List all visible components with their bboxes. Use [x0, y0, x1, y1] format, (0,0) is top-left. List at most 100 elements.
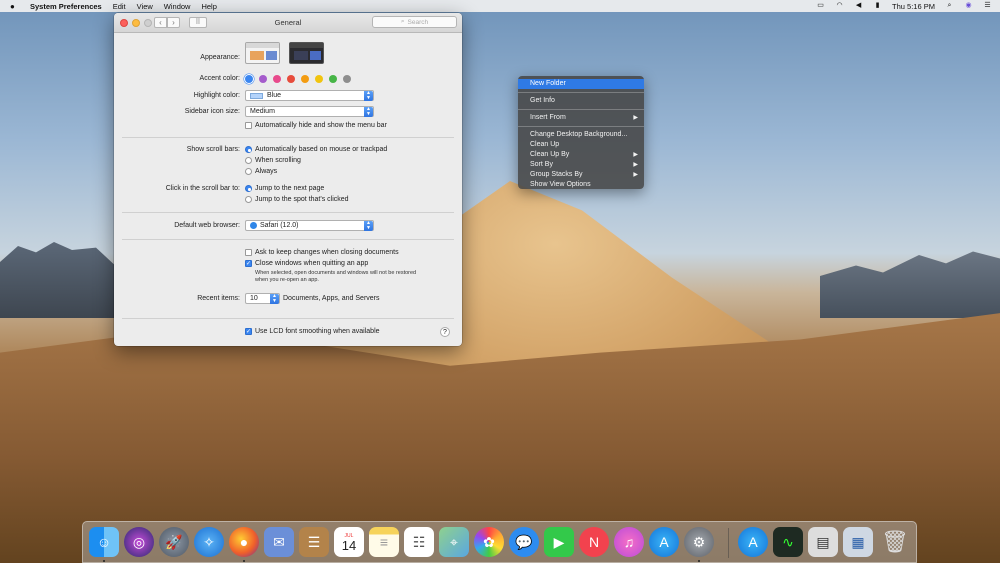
menu-clean-up-by[interactable]: Clean Up By ▶	[518, 150, 644, 160]
messages-icon[interactable]: 💬	[509, 527, 539, 557]
preferences-window: ‹ › ⠿ General ⌕ Search Appearance: Accen…	[114, 13, 462, 346]
menu-help[interactable]: Help	[201, 2, 216, 11]
recent-items-popup[interactable]: 10 ▲ ▼	[245, 293, 280, 304]
recent-items-label: Recent items:	[197, 295, 240, 302]
scroll-opt3-row: Always	[114, 166, 462, 177]
lcd-row: ✓ Use LCD font smoothing when available	[114, 326, 462, 337]
highlight-popup[interactable]: Blue ▲ ▼	[245, 90, 374, 101]
menu-view[interactable]: View	[137, 2, 153, 11]
news-icon[interactable]: N	[579, 527, 609, 557]
menu-group-stacks-by[interactable]: Group Stacks By ▶	[518, 170, 644, 180]
appearance-dark-option[interactable]	[289, 42, 324, 64]
autohide-checkbox[interactable]	[245, 122, 252, 129]
ask-keep-checkbox[interactable]	[245, 249, 252, 256]
maps-icon[interactable]: ⌖	[439, 527, 469, 557]
accent-green[interactable]	[329, 74, 337, 83]
finder-icon[interactable]: ☺	[89, 527, 119, 557]
app-store-download-icon[interactable]: A	[738, 527, 768, 557]
submenu-arrow-icon: ▶	[633, 115, 638, 121]
search-field[interactable]: ⌕ Search	[372, 16, 457, 28]
menu-get-info[interactable]: Get Info	[518, 96, 644, 106]
system-preferences-icon[interactable]: ⚙	[684, 527, 714, 557]
contacts-icon[interactable]: ☰	[299, 527, 329, 557]
desktop-context-menu: New Folder Get Info Insert From ▶ Change …	[518, 76, 644, 189]
jump-spot-radio[interactable]	[245, 196, 252, 203]
sidebar-size-row: Sidebar icon size: Medium ▲ ▼	[114, 106, 462, 117]
menu-bar: ● System Preferences Edit View Window He…	[0, 0, 1000, 12]
firefox-icon[interactable]: ●	[229, 527, 259, 557]
desktop-mountain-right	[820, 251, 1000, 318]
menu-group-stacks-label: Group Stacks By	[530, 171, 583, 178]
menu-window[interactable]: Window	[164, 2, 191, 11]
notification-center-icon[interactable]: ☰	[983, 2, 992, 10]
itunes-icon[interactable]: ♫	[614, 527, 644, 557]
menu-app-name[interactable]: System Preferences	[30, 2, 102, 11]
menu-clean-up-by-label: Clean Up By	[530, 151, 570, 158]
trash-icon[interactable]: 🗑	[880, 527, 910, 557]
lcd-checkbox[interactable]: ✓	[245, 328, 252, 335]
running-indicator	[103, 560, 105, 562]
window-titlebar[interactable]: ‹ › ⠿ General ⌕ Search	[114, 13, 462, 33]
menu-show-view-options[interactable]: Show View Options	[518, 180, 644, 190]
submenu-arrow-icon: ▶	[633, 152, 638, 158]
accent-pink[interactable]	[273, 74, 281, 83]
sidebar-size-popup[interactable]: Medium ▲ ▼	[245, 106, 374, 117]
scroll-when-scrolling-radio[interactable]	[245, 157, 252, 164]
scroll-auto-radio[interactable]	[245, 146, 252, 153]
siri-menu-icon[interactable]: ◉	[964, 2, 973, 10]
close-windows-checkbox[interactable]: ✓	[245, 260, 252, 267]
menu-change-background[interactable]: Change Desktop Background...	[518, 130, 644, 140]
accent-orange[interactable]	[301, 74, 309, 83]
scroll-always-label: Always	[255, 168, 278, 175]
notes-icon[interactable]: ≡	[369, 527, 399, 557]
photos-icon[interactable]: ✿	[474, 527, 504, 557]
menu-clock[interactable]: Thu 5:16 PM	[892, 2, 935, 11]
reminders-icon[interactable]: ☷	[404, 527, 434, 557]
launchpad-icon[interactable]: 🚀	[159, 527, 189, 557]
accent-red[interactable]	[287, 74, 295, 83]
highlight-label: Highlight color:	[193, 92, 240, 99]
recent-items-control: 10 ▲ ▼ Documents, Apps, and Servers	[245, 293, 380, 304]
menu-clean-up[interactable]: Clean Up	[518, 140, 644, 150]
browser-row: Default web browser: Safari (12.0) ▲ ▼	[114, 220, 462, 231]
spotlight-icon[interactable]: ⌕	[945, 2, 954, 10]
apple-menu-icon[interactable]: ●	[10, 2, 20, 11]
menu-insert-from[interactable]: Insert From ▶	[518, 113, 644, 123]
running-indicator	[243, 560, 245, 562]
activity-monitor-icon[interactable]: ∿	[773, 527, 803, 557]
autohide-row: Automatically hide and show the menu bar	[114, 120, 462, 131]
mail-icon[interactable]: ✉	[264, 527, 294, 557]
network-icon[interactable]: ▦	[843, 527, 873, 557]
safari-icon[interactable]: ✧	[194, 527, 224, 557]
scroll-opt1-control: Automatically based on mouse or trackpad	[245, 146, 387, 153]
sidebar-size-label: Sidebar icon size:	[184, 108, 240, 115]
volume-icon[interactable]: ◀	[854, 2, 863, 10]
close-note-line1: When selected, open documents and window…	[255, 270, 417, 276]
calendar-icon[interactable]: JUL 14	[334, 527, 364, 557]
jump-next-page-radio[interactable]	[245, 185, 252, 192]
close-windows-row: ✓ Close windows when quitting an app	[114, 258, 462, 269]
scroll-always-radio[interactable]	[245, 168, 252, 175]
wifi-icon[interactable]: ◠	[835, 2, 844, 10]
appearance-light-option[interactable]	[245, 42, 280, 64]
browser-popup[interactable]: Safari (12.0) ▲ ▼	[245, 220, 374, 231]
accent-purple[interactable]	[259, 74, 267, 83]
browser-control: Safari (12.0) ▲ ▼	[245, 220, 374, 231]
battery-icon[interactable]: ▮	[873, 2, 882, 10]
accent-blue[interactable]	[245, 74, 253, 83]
appearance-row: Appearance:	[114, 40, 462, 66]
help-button[interactable]: ?	[440, 327, 450, 337]
menu-sort-by[interactable]: Sort By ▶	[518, 160, 644, 170]
accent-graphite[interactable]	[343, 74, 351, 83]
ask-keep-label: Ask to keep changes when closing documen…	[255, 249, 399, 256]
accent-yellow[interactable]	[315, 74, 323, 83]
app-store-icon[interactable]: A	[649, 527, 679, 557]
preview-icon[interactable]: ▤	[808, 527, 838, 557]
menu-edit[interactable]: Edit	[113, 2, 126, 11]
facetime-icon[interactable]: ▶	[544, 527, 574, 557]
menu-new-folder[interactable]: New Folder	[518, 79, 644, 89]
siri-icon[interactable]: ◎	[124, 527, 154, 557]
scroll-opt2-control: When scrolling	[245, 157, 301, 164]
airplay-icon[interactable]: ▭	[816, 2, 825, 10]
close-note-row: When selected, open documents and window…	[114, 269, 462, 285]
